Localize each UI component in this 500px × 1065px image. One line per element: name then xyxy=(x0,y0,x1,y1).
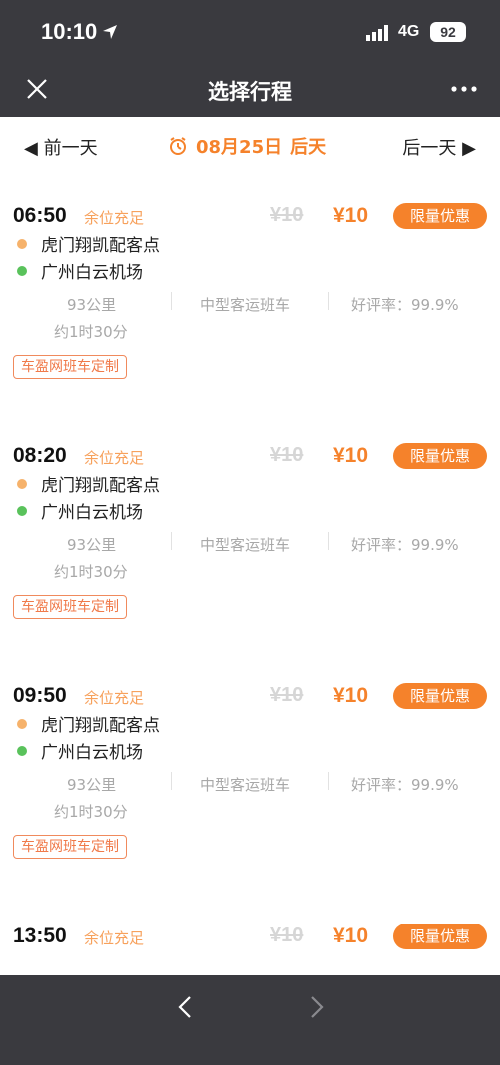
origin-stop: 虎门翔凯配客点 xyxy=(17,711,160,736)
destination-dot-icon xyxy=(17,505,27,516)
origin-dot-icon xyxy=(17,718,27,729)
departure-time: 13:50 xyxy=(13,924,67,947)
original-price: ¥10 xyxy=(270,684,304,706)
destination-name: 广州白云机场 xyxy=(41,263,143,283)
destination-dot-icon xyxy=(17,265,27,276)
divider xyxy=(328,772,329,790)
duration: 约1时30分 xyxy=(54,803,128,821)
custom-tag: 车盈网班车定制 xyxy=(13,355,127,379)
location-arrow-icon xyxy=(103,25,117,39)
departure-time: 08:20 xyxy=(13,444,67,467)
seat-status: 余位充足 xyxy=(84,929,145,947)
price: ¥10 xyxy=(333,924,369,947)
bus-type: 中型客运班车 xyxy=(200,296,291,314)
promo-badge: 限量优惠 xyxy=(393,443,487,469)
trip-card[interactable]: 13:50 余位充足 ¥10 ¥10 限量优惠 xyxy=(0,924,500,975)
price: ¥10 xyxy=(333,684,369,707)
origin-name: 虎门翔凯配客点 xyxy=(41,476,160,496)
bus-type: 中型客运班车 xyxy=(200,776,291,794)
seat-status: 余位充足 xyxy=(84,449,145,467)
rating: 好评率：99.9% xyxy=(351,296,459,314)
destination-stop: 广州白云机场 xyxy=(17,498,143,523)
battery-level: 92 xyxy=(430,22,466,42)
seat-status: 余位充足 xyxy=(84,209,145,227)
seat-status: 余位充足 xyxy=(84,689,145,707)
origin-name: 虎门翔凯配客点 xyxy=(41,236,160,256)
divider xyxy=(171,772,172,790)
rating: 好评率：99.9% xyxy=(351,536,459,554)
origin-name: 虎门翔凯配客点 xyxy=(41,716,160,736)
divider xyxy=(171,292,172,310)
origin-stop: 虎门翔凯配客点 xyxy=(17,231,160,256)
navigation-bar: 选择行程 xyxy=(0,62,500,117)
original-price: ¥10 xyxy=(270,444,304,466)
destination-name: 广州白云机场 xyxy=(41,743,143,763)
distance: 93公里 xyxy=(67,536,117,554)
distance: 93公里 xyxy=(67,776,117,794)
departure-time: 09:50 xyxy=(13,684,67,707)
destination-stop: 广州白云机场 xyxy=(17,738,143,763)
prev-day-button[interactable]: ◀ 前一天 xyxy=(24,134,98,160)
origin-dot-icon xyxy=(17,238,27,249)
date-picker[interactable]: 08月25日 后天 xyxy=(168,133,326,159)
duration: 约1时30分 xyxy=(54,563,128,581)
back-arrow-icon[interactable] xyxy=(172,993,200,1021)
selected-date: 08月25日 xyxy=(196,137,283,158)
origin-dot-icon xyxy=(17,478,27,489)
destination-dot-icon xyxy=(17,745,27,756)
bus-type: 中型客运班车 xyxy=(200,536,291,554)
destination-stop: 广州白云机场 xyxy=(17,258,143,283)
promo-badge: 限量优惠 xyxy=(393,683,487,709)
next-day-button[interactable]: 后一天 ▶ xyxy=(402,134,476,160)
rating: 好评率：99.9% xyxy=(351,776,459,794)
forward-arrow-icon[interactable] xyxy=(302,993,330,1021)
custom-tag: 车盈网班车定制 xyxy=(13,835,127,859)
price: ¥10 xyxy=(333,444,369,467)
signal-icon xyxy=(366,25,388,41)
origin-stop: 虎门翔凯配客点 xyxy=(17,471,160,496)
distance: 93公里 xyxy=(67,296,117,314)
calendar-icon xyxy=(170,137,186,155)
duration: 约1时30分 xyxy=(54,323,128,341)
network-type: 4G xyxy=(398,23,420,40)
divider xyxy=(328,532,329,550)
relative-day: 后天 xyxy=(290,137,327,158)
date-selector: ◀ 前一天 08月25日 后天 后一天 ▶ xyxy=(0,117,500,177)
promo-badge: 限量优惠 xyxy=(393,924,487,949)
original-price: ¥10 xyxy=(270,204,304,226)
status-bar: 10:10 4G 92 xyxy=(0,0,500,62)
top-header: 10:10 4G 92 选择行程 xyxy=(0,0,500,117)
promo-badge: 限量优惠 xyxy=(393,203,487,229)
trip-card[interactable]: 06:50 余位充足 ¥10 ¥10 限量优惠 虎门翔凯配客点 广州白云机场 9… xyxy=(0,203,500,434)
destination-name: 广州白云机场 xyxy=(41,503,143,523)
trip-card[interactable]: 08:20 余位充足 ¥10 ¥10 限量优惠 虎门翔凯配客点 广州白云机场 9… xyxy=(0,443,500,674)
original-price: ¥10 xyxy=(270,924,304,946)
trip-card[interactable]: 09:50 余位充足 ¥10 ¥10 限量优惠 虎门翔凯配客点 广州白云机场 9… xyxy=(0,683,500,914)
price: ¥10 xyxy=(333,204,369,227)
divider xyxy=(171,532,172,550)
more-icon[interactable] xyxy=(450,84,478,94)
departure-time: 06:50 xyxy=(13,204,67,227)
page-title: 选择行程 xyxy=(208,80,292,104)
browser-toolbar xyxy=(0,975,500,1065)
custom-tag: 车盈网班车定制 xyxy=(13,595,127,619)
divider xyxy=(328,292,329,310)
status-time: 10:10 xyxy=(41,19,98,44)
